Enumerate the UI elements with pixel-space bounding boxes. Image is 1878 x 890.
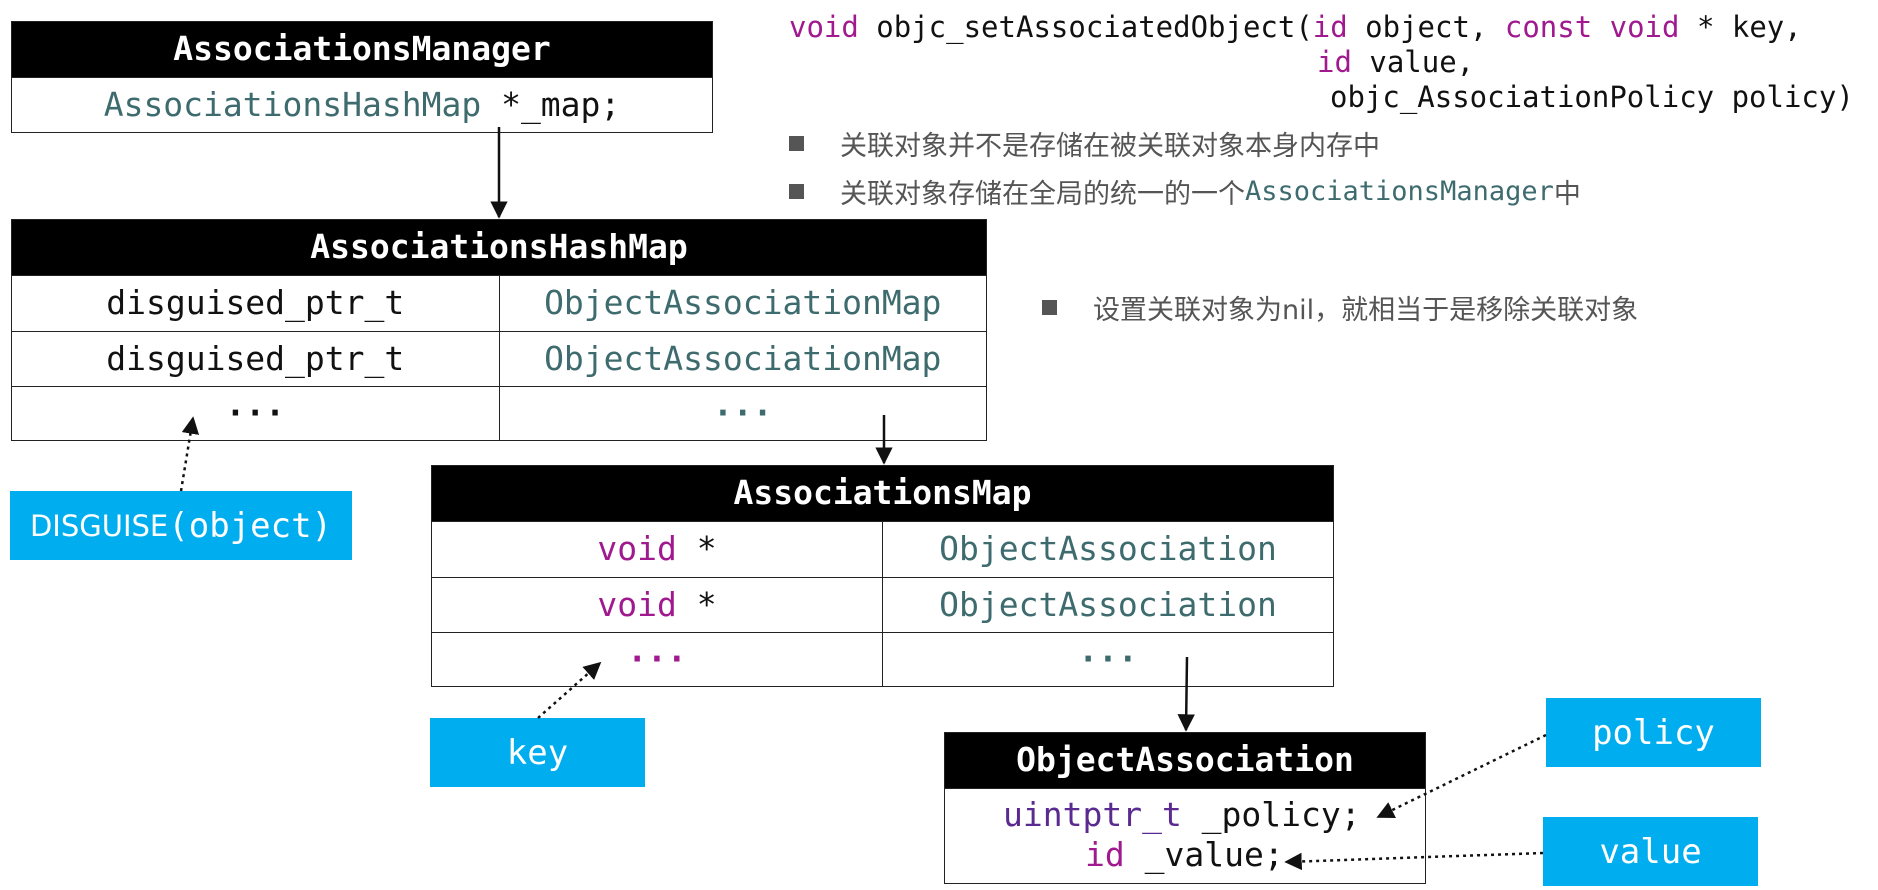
connector-arrows <box>179 127 1547 871</box>
arrow-key-to-map <box>537 661 602 719</box>
arrow-map-to-association <box>1177 656 1195 732</box>
arrow-value-to-field <box>1284 851 1544 871</box>
arrow-disguise-to-hashmap <box>179 416 200 492</box>
arrow-policy-to-field <box>1376 733 1547 819</box>
